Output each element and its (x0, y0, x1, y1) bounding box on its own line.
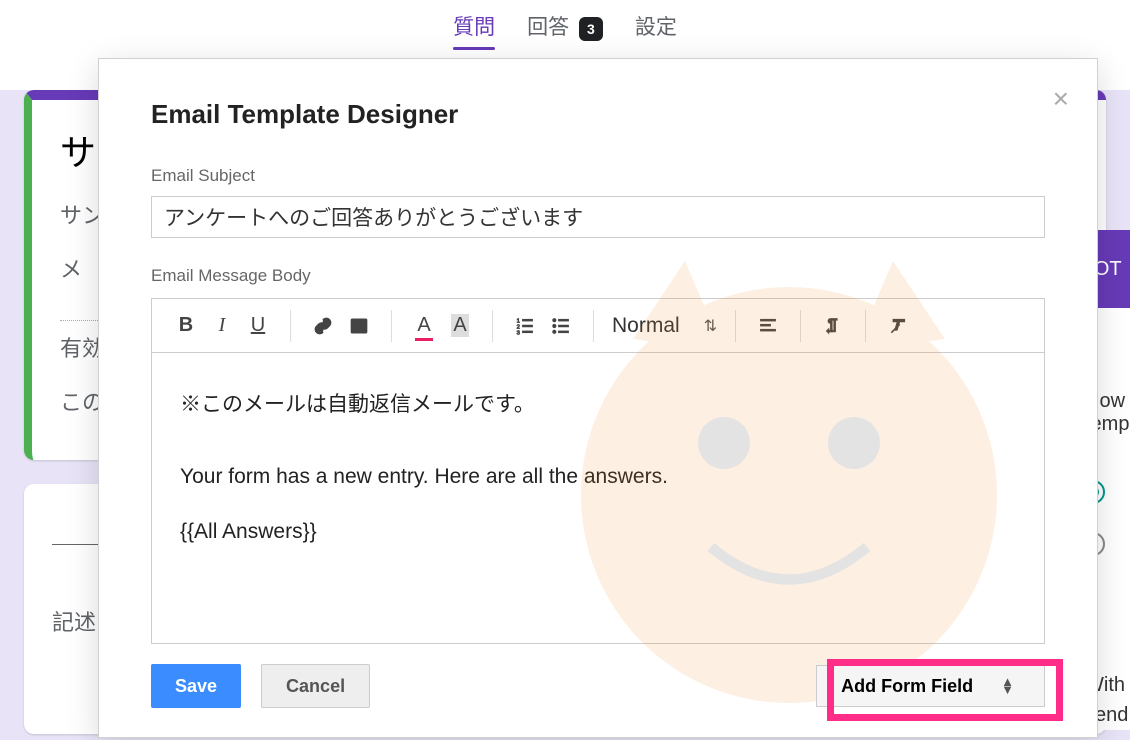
underline-button[interactable]: U (244, 311, 272, 341)
svg-text:3: 3 (517, 330, 520, 336)
watermark-illustration (529, 209, 1049, 729)
tab-questions[interactable]: 質問 (453, 11, 495, 47)
tab-responses-label: 回答 (527, 16, 569, 39)
add-form-field-label: Add Form Field (841, 676, 973, 697)
chevron-updown-icon: ▲▼ (1001, 678, 1014, 694)
form-tabs: 質問 回答 3 設定 (0, 0, 1130, 58)
italic-button[interactable]: I (208, 311, 236, 341)
tab-settings[interactable]: 設定 (635, 11, 677, 47)
tab-responses[interactable]: 回答 3 (527, 11, 603, 47)
cancel-button[interactable]: Cancel (261, 664, 370, 708)
close-icon[interactable]: × (1053, 83, 1069, 115)
subject-label: Email Subject (151, 166, 1045, 186)
responses-count-badge: 3 (579, 17, 603, 41)
modal-title: Email Template Designer (151, 99, 1045, 130)
text-color-button[interactable]: A (410, 311, 438, 341)
save-button[interactable]: Save (151, 664, 241, 708)
link-icon[interactable] (309, 311, 337, 341)
bold-button[interactable]: B (172, 311, 200, 341)
add-form-field-select[interactable]: Add Form Field ▲▼ (816, 665, 1045, 707)
bg-color-button[interactable]: A (446, 311, 474, 341)
email-template-designer-modal: × Email Template Designer Email Subject … (98, 58, 1098, 738)
image-icon[interactable] (345, 311, 373, 341)
